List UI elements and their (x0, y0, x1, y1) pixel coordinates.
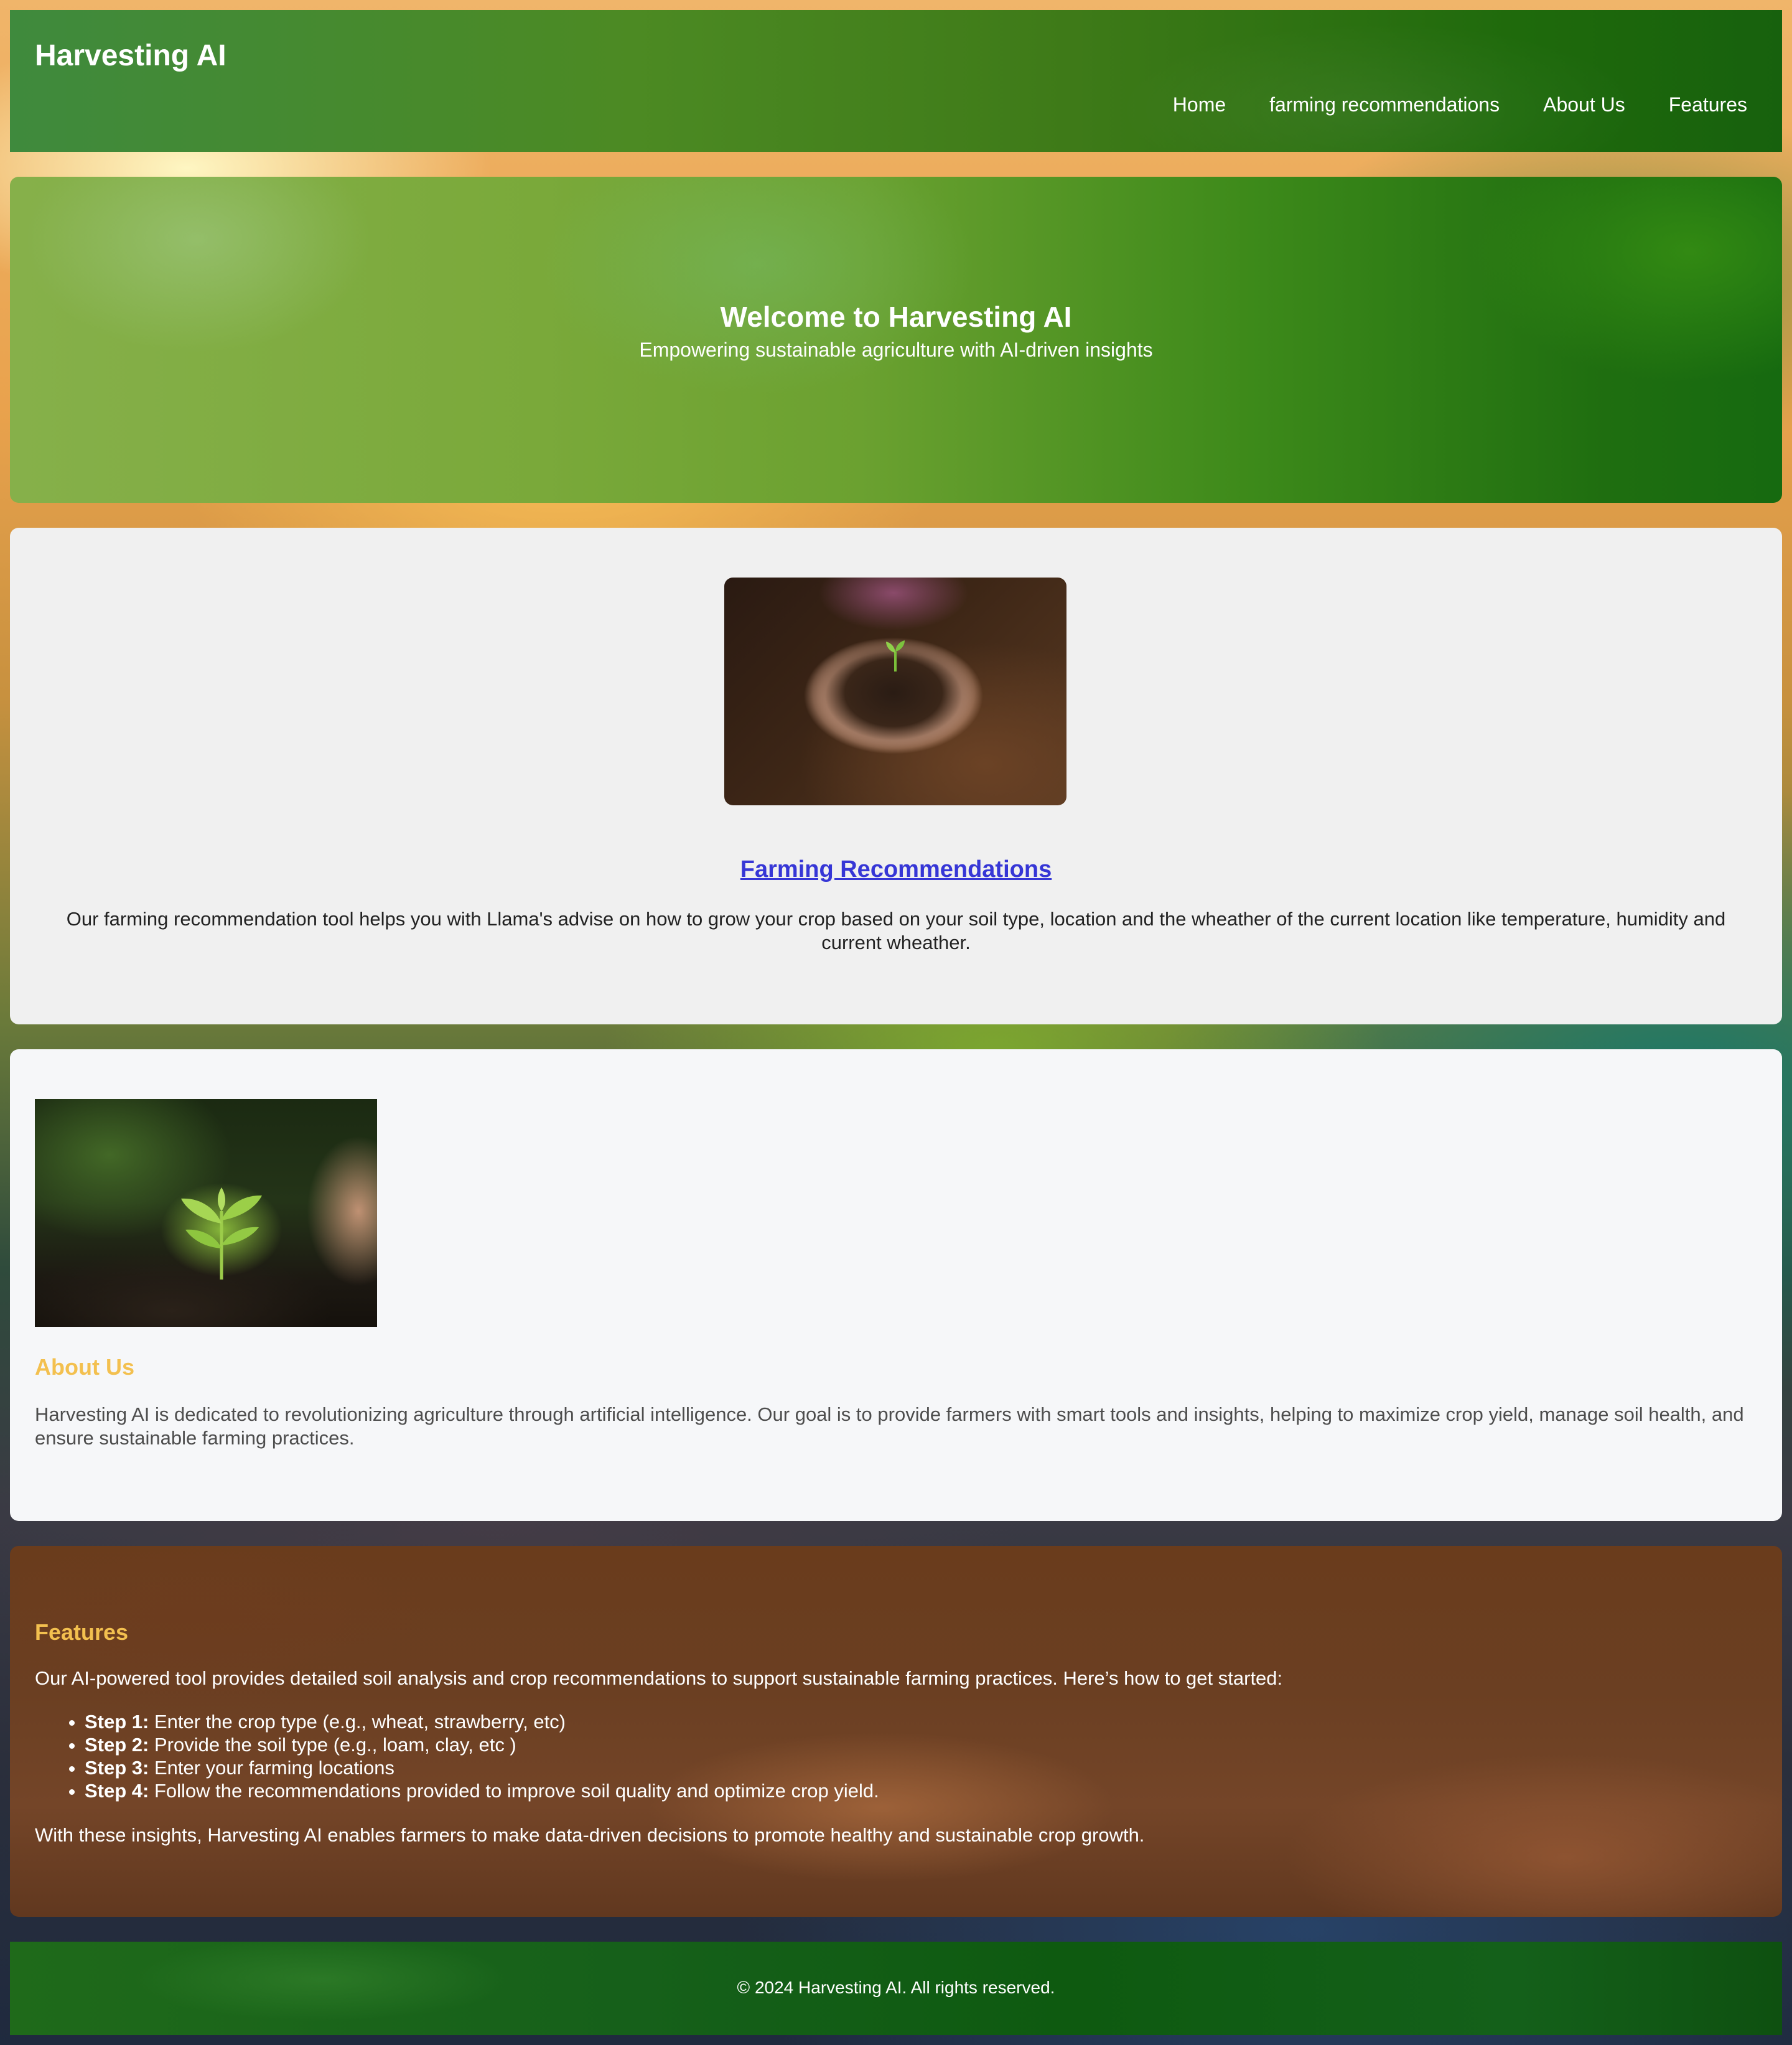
list-item: Step 3: Enter your farming locations (85, 1756, 879, 1779)
recommendations-heading: Farming Recommendations (10, 856, 1782, 883)
nav-farming-recommendations[interactable]: farming recommendations (1269, 93, 1500, 116)
about-heading: About Us (35, 1354, 134, 1380)
hands-holding-seedling-image (724, 578, 1066, 805)
copyright-text: © 2024 Harvesting AI. All rights reserve… (737, 1978, 1055, 1997)
features-intro: Our AI-powered tool provides detailed so… (35, 1667, 1283, 1689)
about-section: About Us Harvesting AI is dedicated to r… (10, 1049, 1782, 1521)
step-label: Step 2: (85, 1734, 149, 1756)
site-footer: © 2024 Harvesting AI. All rights reserve… (10, 1942, 1782, 2035)
step-text: Follow the recommendations provided to i… (149, 1780, 879, 1802)
hero-banner: Welcome to Harvesting AI Empowering sust… (10, 177, 1782, 503)
features-heading: Features (35, 1619, 129, 1645)
step-label: Step 3: (85, 1757, 149, 1779)
plant-icon (181, 1187, 262, 1280)
recommendations-description: Our farming recommendation tool helps yo… (66, 908, 1726, 953)
seedling-icon (886, 640, 905, 672)
nav-home[interactable]: Home (1173, 93, 1226, 116)
brand-title: Harvesting AI (35, 39, 226, 72)
list-item: Step 4: Follow the recommendations provi… (85, 1779, 879, 1802)
main-nav: Home farming recommendations About Us Fe… (1173, 93, 1747, 116)
site-header: Harvesting AI Home farming recommendatio… (10, 10, 1782, 152)
step-text: Enter the crop type (e.g., wheat, strawb… (149, 1711, 566, 1733)
list-item: Step 1: Enter the crop type (e.g., wheat… (85, 1710, 879, 1733)
about-text: Harvesting AI is dedicated to revolution… (35, 1403, 1744, 1449)
hand-planting-seedling-image (35, 1099, 377, 1327)
nav-about-us[interactable]: About Us (1543, 93, 1625, 116)
step-label: Step 4: (85, 1780, 149, 1802)
nav-features[interactable]: Features (1669, 93, 1747, 116)
features-section: Features Our AI-powered tool provides de… (10, 1546, 1782, 1917)
step-text: Provide the soil type (e.g., loam, clay,… (149, 1734, 516, 1756)
features-outro: With these insights, Harvesting AI enabl… (35, 1824, 1145, 1846)
hero-title: Welcome to Harvesting AI (720, 301, 1072, 333)
steps-list: Step 1: Enter the crop type (e.g., wheat… (35, 1710, 879, 1802)
hero-subtitle: Empowering sustainable agriculture with … (639, 339, 1153, 361)
farming-recommendations-link[interactable]: Farming Recommendations (740, 856, 1052, 882)
list-item: Step 2: Provide the soil type (e.g., loa… (85, 1733, 879, 1756)
step-label: Step 1: (85, 1711, 149, 1733)
recommendations-section: Farming Recommendations Our farming reco… (10, 528, 1782, 1024)
step-text: Enter your farming locations (149, 1757, 394, 1779)
